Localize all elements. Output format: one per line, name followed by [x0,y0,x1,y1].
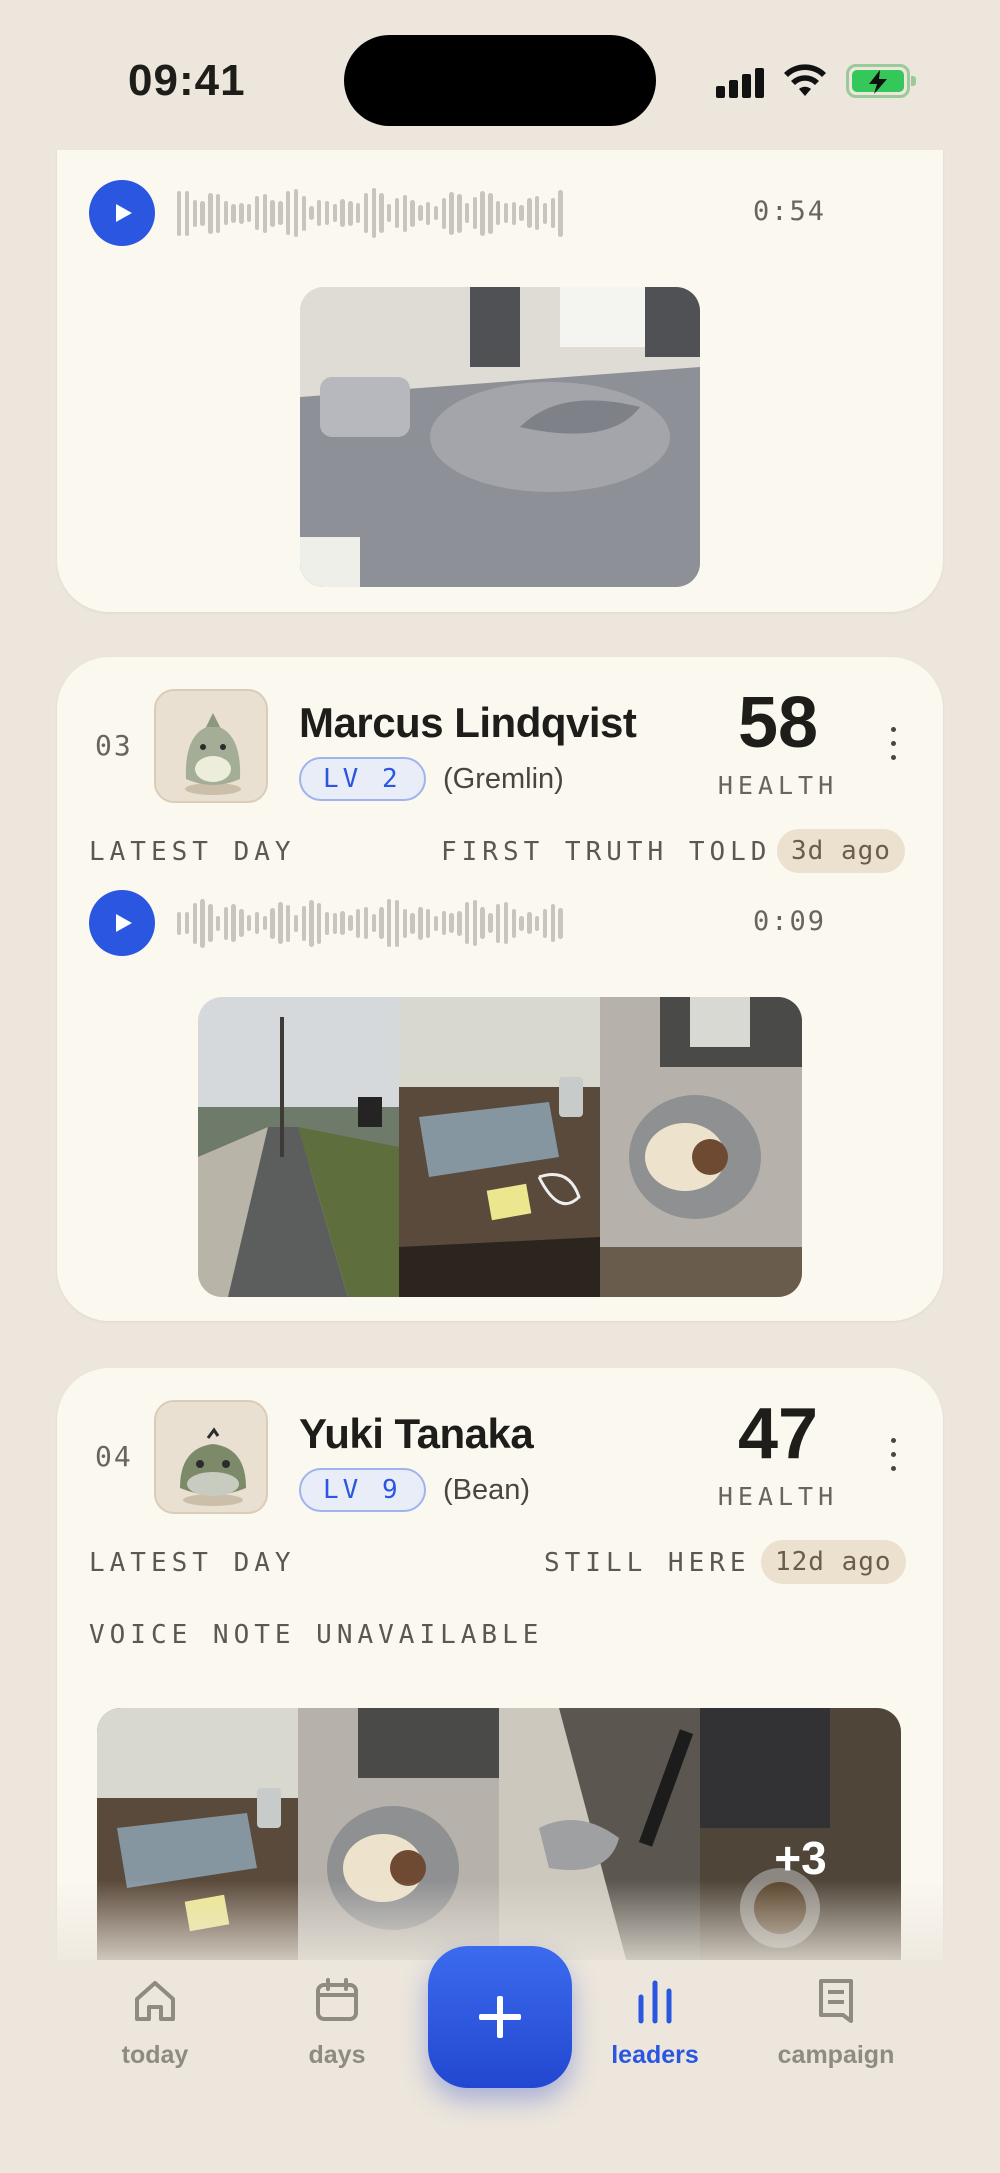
home-icon [135,1981,175,2021]
battery-icon [846,64,916,98]
health-label: HEALTH [717,1482,839,1511]
voice-waveform[interactable] [177,185,563,241]
voice-duration: 0:54 [753,196,827,227]
user-name[interactable]: Marcus Lindqvist [299,699,637,747]
creature-avatar[interactable] [154,1400,268,1514]
health-value: 47 [737,1394,819,1474]
creature-type: (Bean) [443,1474,531,1506]
desk-photo[interactable] [399,997,600,1297]
leaderboard-entry-card[interactable]: 03 Marcus Lindqvist LV 2 (Gremlin) 58 HE… [57,657,943,1321]
latest-day-label: LATEST DAY [89,837,296,867]
tab-label: today [121,2041,189,2069]
status-time: 09:41 [128,56,246,105]
more-options-button[interactable] [888,727,898,767]
tab-label: campaign [777,2041,895,2069]
leaderboard-icon [638,1980,672,2024]
cellular-signal-icon [716,66,764,98]
rank-number: 04 [95,1440,133,1473]
document-icon [819,1979,853,2023]
health-label: HEALTH [717,771,839,800]
tab-campaign[interactable]: campaign [756,1975,916,2070]
user-name[interactable]: Yuki Tanaka [299,1410,534,1458]
tab-today[interactable]: today [75,1975,235,2070]
creature-type: (Gremlin) [443,763,564,795]
latest-day-title[interactable]: FIRST TRUTH TOLD [441,837,771,867]
tab-label: leaders [611,2041,699,2069]
rank-number: 03 [95,729,133,762]
add-entry-button[interactable] [428,1946,572,2088]
level-badge: LV 9 [299,1468,426,1512]
calendar-icon [316,1978,358,2021]
latest-day-title[interactable]: STILL HERE [544,1548,751,1578]
status-bar: 09:41 [0,0,1000,150]
tab-label: days [308,2041,366,2069]
more-options-button[interactable] [888,1438,898,1478]
meal-photo[interactable] [600,997,802,1297]
voice-waveform[interactable] [177,895,563,951]
time-ago-badge: 3d ago [777,829,905,873]
sidewalk-photo[interactable] [198,997,399,1297]
level-badge: LV 2 [299,757,426,801]
creature-avatar[interactable] [154,689,268,803]
tab-leaders[interactable]: leaders [575,1975,735,2070]
voice-note-unavailable: VOICE NOTE UNAVAILABLE [89,1620,544,1650]
dynamic-island [344,35,656,126]
time-ago-badge: 12d ago [761,1540,906,1584]
latest-day-label: LATEST DAY [89,1548,296,1578]
leaderboard-entry-card[interactable]: 0:54 [57,100,943,612]
play-voice-note-button[interactable] [89,890,155,956]
health-value: 58 [737,683,819,763]
tab-days[interactable]: days [257,1975,417,2070]
bedroom-photo[interactable] [300,287,700,587]
voice-duration: 0:09 [753,906,827,937]
wifi-icon [784,64,826,96]
play-voice-note-button[interactable] [89,180,155,246]
